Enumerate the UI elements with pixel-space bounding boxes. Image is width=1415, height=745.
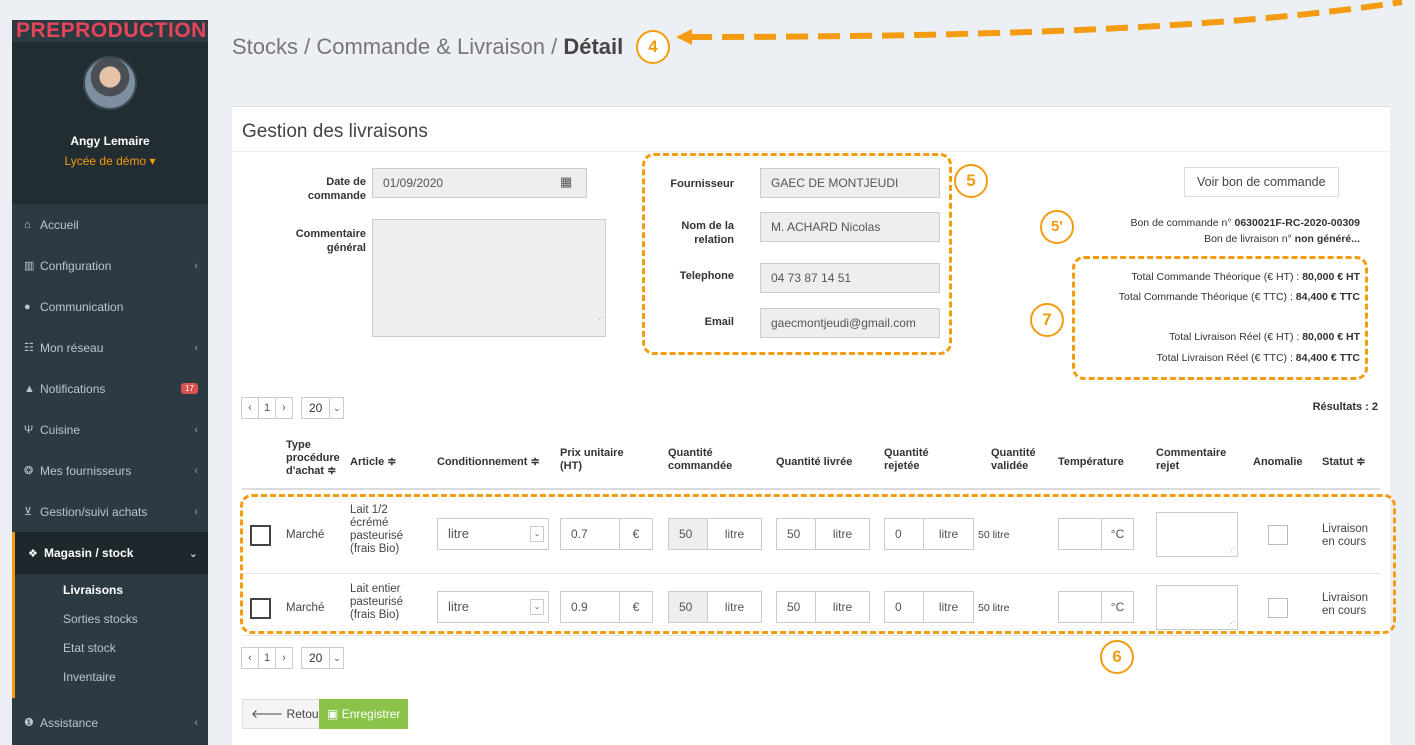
comments-icon: ● [24, 300, 31, 313]
submenu-magasin: Livraisons Sorties stocks Etat stock Inv… [12, 574, 208, 698]
cubes-icon: ❖ [28, 547, 38, 560]
order-date-input[interactable]: 01/09/2020 [372, 168, 587, 198]
annotation-arrow [676, 0, 1403, 45]
subnav-item-livraisons[interactable]: Livraisons [15, 576, 208, 605]
pagination-bottom: ‹ 1 › 20 ⌄ [241, 647, 345, 669]
col-qty-rejected: Quantité rejetée [884, 447, 929, 472]
results-count: Résultats : 2 [1312, 401, 1378, 413]
col-qty-ordered: Quantité commandée [668, 447, 733, 472]
col-qty-validated: Quantité validée [991, 447, 1036, 472]
general-comment-textarea[interactable]: ⋰ [372, 219, 606, 337]
view-order-button[interactable]: Voir bon de commande [1184, 167, 1339, 197]
col-conditionnement[interactable]: Conditionnement ≑ [437, 456, 540, 469]
per-page-select[interactable]: 20 ⌄ [301, 397, 345, 419]
col-qty-delivered: Quantité livrée [776, 456, 853, 468]
pager-prev[interactable]: ‹ [241, 397, 259, 419]
arrow-head [676, 29, 692, 45]
arrow-left-icon: 🡐 [251, 707, 284, 721]
sidebar-item-assistance[interactable]: ❶ Assistance ‹ [12, 702, 208, 743]
panel-title: Gestion des livraisons [242, 121, 428, 142]
sidebar-item-notifications[interactable]: ▲ Notifications 17 [12, 368, 208, 409]
chevron-left-icon: ‹ [194, 341, 198, 354]
annotation-6: 6 [1100, 640, 1134, 674]
divider [232, 151, 1390, 152]
col-type[interactable]: Type procédure d'achat ≑ [286, 439, 352, 478]
chevron-left-icon: ‹ [194, 259, 198, 272]
chevron-down-icon: ⌄ [188, 547, 198, 560]
chevron-left-icon: ‹ [194, 716, 198, 729]
row-divider [242, 635, 1380, 636]
breadcrumb: Stocks / Commande & Livraison / Détail [232, 34, 624, 59]
rows-highlight [240, 494, 1396, 634]
delivery-number: Bon de livraison n° non généré... [1204, 233, 1360, 245]
user-panel: Angy Lemaire Lycée de démo ▾ [12, 42, 208, 204]
order-number: Bon de commande n° 0630021F-RC-2020-0030… [1130, 217, 1360, 229]
sidebar-item-mon-reseau[interactable]: ☷ Mon réseau ‹ [12, 327, 208, 368]
totals-highlight [1072, 256, 1368, 380]
cutlery-icon: Ψ [24, 423, 34, 436]
avatar [83, 56, 137, 110]
pager-next[interactable]: › [275, 397, 293, 419]
annotation-7: 7 [1030, 303, 1064, 337]
sidebar-item-communication[interactable]: ● Communication [12, 286, 208, 327]
info-icon: ❶ [24, 717, 34, 729]
save-button[interactable]: ▣ Enregistrer [319, 699, 409, 729]
calendar-icon[interactable]: ▦ [560, 174, 572, 190]
col-temperature: Température [1058, 456, 1124, 468]
sidebar: PREPRODUCTION Angy Lemaire Lycée de démo… [12, 20, 208, 745]
sidebar-item-cuisine[interactable]: Ψ Cuisine ‹ [12, 409, 208, 450]
col-price: Prix unitaire (HT) [560, 447, 624, 472]
chevron-down-icon: ⌄ [329, 398, 343, 418]
supplier-highlight [642, 153, 952, 355]
sidebar-item-configuration[interactable]: ▥ Configuration ‹ [12, 245, 208, 286]
per-page-select[interactable]: 20 ⌄ [301, 647, 345, 669]
save-icon: ▣ [327, 707, 339, 721]
chevron-down-icon: ⌄ [329, 648, 343, 668]
subnav-item-etat-stock[interactable]: Etat stock [15, 634, 208, 663]
pagination-top: ‹ 1 › 20 ⌄ [241, 397, 345, 419]
subnav-item-sorties-stocks[interactable]: Sorties stocks [15, 605, 208, 634]
bell-icon: ▲ [24, 382, 35, 395]
handshake-icon: ❂ [24, 465, 34, 477]
pager-prev[interactable]: ‹ [241, 647, 259, 669]
general-comment-label: Commentaire général [295, 228, 366, 254]
col-comment: Commentaire rejet [1156, 447, 1227, 472]
users-icon: ☷ [24, 342, 34, 354]
arrow-shaft [689, 0, 1403, 40]
sidebar-item-achats[interactable]: ⊻ Gestion/suivi achats ‹ [12, 491, 208, 532]
pager-page[interactable]: 1 [258, 647, 276, 669]
table-header-divider [242, 488, 1380, 490]
col-article[interactable]: Article ≑ [350, 456, 397, 469]
resize-grip-icon: ⋰ [596, 317, 603, 324]
annotation-5-prime: 5' [1040, 210, 1074, 244]
col-anomaly: Anomalie [1253, 456, 1303, 468]
environment-label: PREPRODUCTION [12, 20, 208, 42]
home-icon: ⌂ [24, 218, 31, 231]
sidebar-item-magasin-stock[interactable]: ❖ Magasin / stock ⌄ [12, 532, 208, 574]
chevron-left-icon: ‹ [194, 464, 198, 477]
annotation-5: 5 [954, 164, 988, 198]
notification-badge: 17 [181, 383, 198, 394]
user-name: Angy Lemaire [70, 134, 150, 148]
pager-page[interactable]: 1 [258, 397, 276, 419]
col-status[interactable]: Statut ≑ [1322, 456, 1365, 469]
sidebar-item-accueil[interactable]: ⌂ Accueil [12, 204, 208, 245]
chevron-left-icon: ‹ [194, 505, 198, 518]
subnav-item-inventaire[interactable]: Inventaire [15, 663, 208, 692]
bank-icon: ▥ [24, 260, 35, 272]
order-date-label: Date de commande [307, 176, 366, 202]
sidebar-item-fournisseurs[interactable]: ❂ Mes fournisseurs ‹ [12, 450, 208, 491]
pager-next[interactable]: › [275, 647, 293, 669]
chevron-left-icon: ‹ [194, 423, 198, 436]
breadcrumb-current: Détail [563, 34, 624, 59]
cart-icon: ⊻ [24, 506, 33, 518]
school-selector[interactable]: Lycée de démo ▾ [12, 154, 208, 168]
